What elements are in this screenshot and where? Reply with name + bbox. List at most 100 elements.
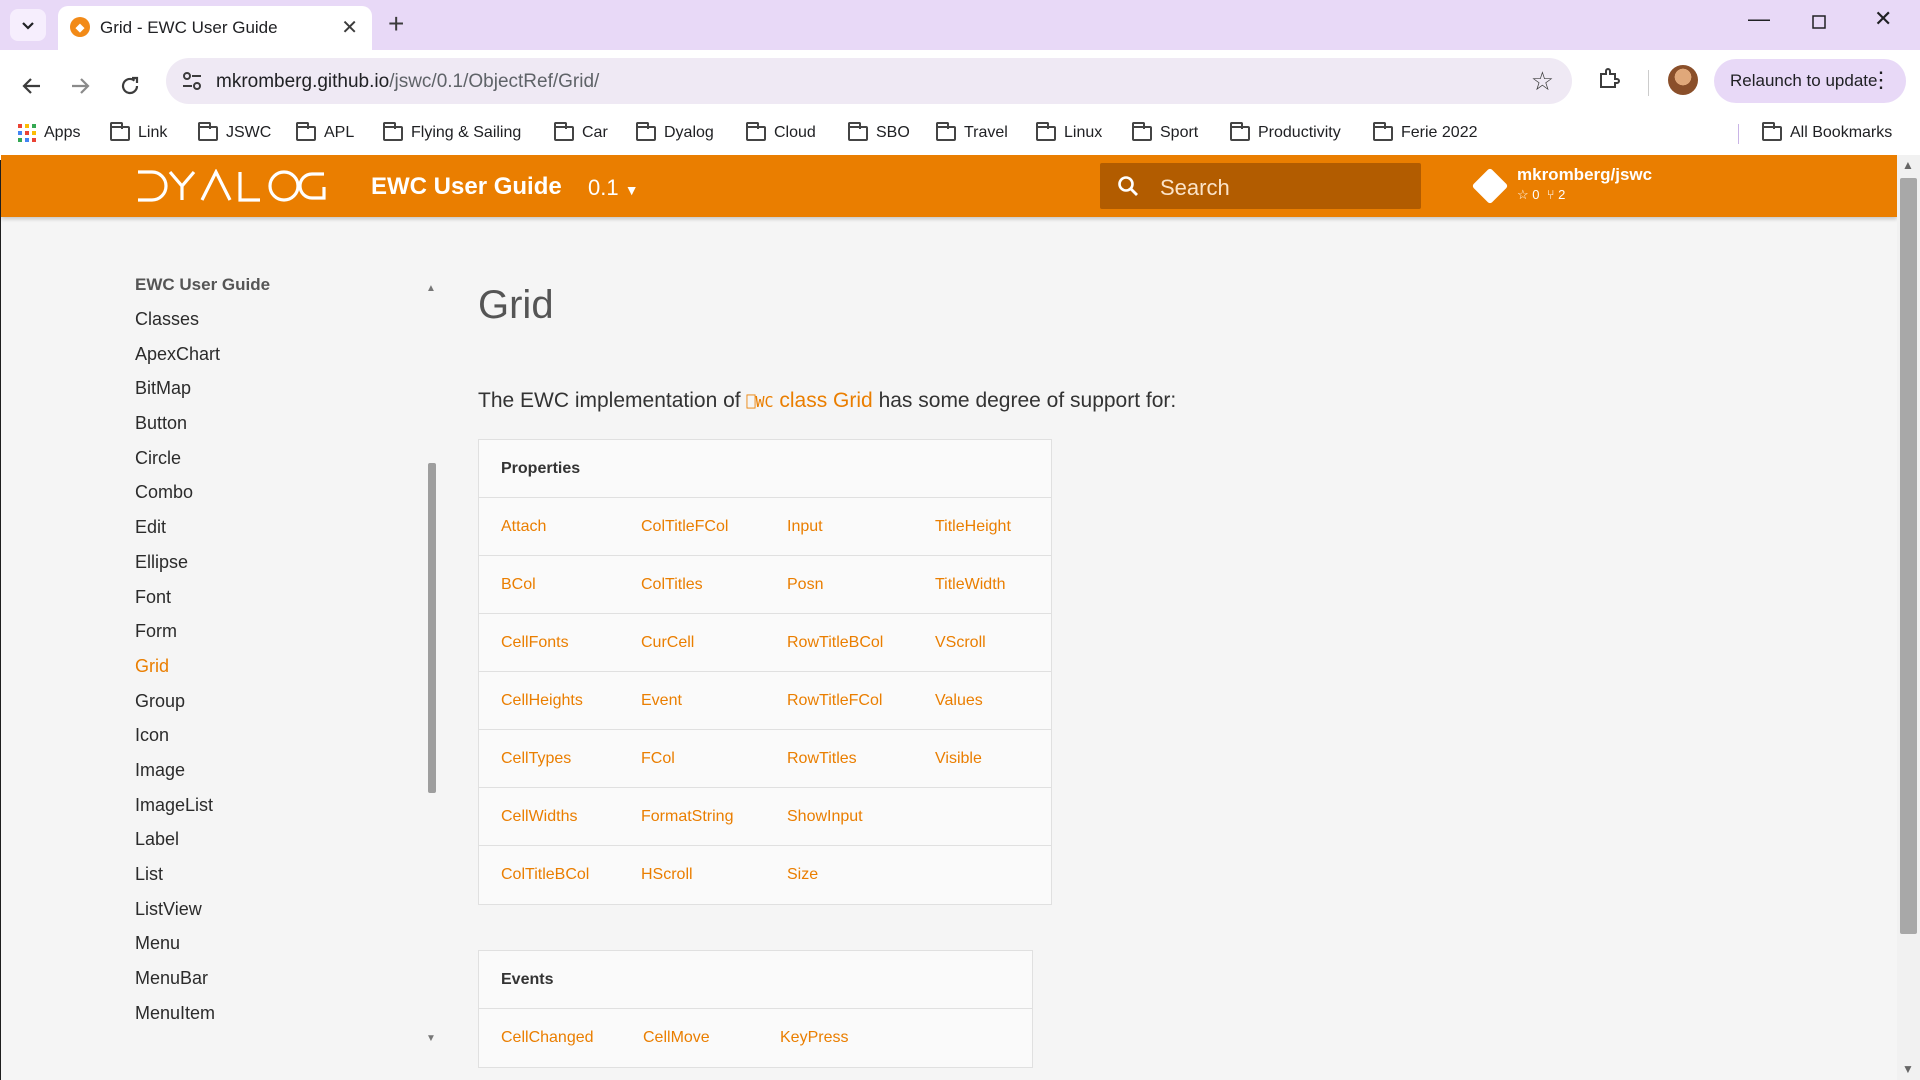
sidebar-item-button[interactable]: Button xyxy=(135,413,435,448)
bookmark-apl[interactable]: APL xyxy=(296,121,354,142)
all-bookmarks[interactable]: All Bookmarks xyxy=(1762,121,1892,142)
property-link[interactable]: FCol xyxy=(641,750,675,768)
bookmark-flying-sailing[interactable]: Flying & Sailing xyxy=(383,121,521,142)
site-settings-icon[interactable] xyxy=(180,70,204,92)
property-link[interactable]: Size xyxy=(787,866,818,884)
property-link[interactable]: Posn xyxy=(787,576,823,594)
sidebar-item-menuitem[interactable]: MenuItem xyxy=(135,1003,435,1038)
close-window-icon[interactable]: ✕ xyxy=(1874,6,1892,32)
property-link[interactable]: VScroll xyxy=(935,634,986,652)
sidebar-item-grid[interactable]: Grid xyxy=(135,656,435,691)
property-link[interactable]: HScroll xyxy=(641,866,693,884)
repo-stars: 0 xyxy=(1532,187,1540,202)
folder-icon xyxy=(1132,121,1152,141)
address-bar[interactable]: mkromberg.github.io/jswc/0.1/ObjectRef/G… xyxy=(166,58,1572,104)
search-input[interactable]: Search xyxy=(1100,163,1421,209)
sidebar-item-menu[interactable]: Menu xyxy=(135,933,435,968)
sidebar-item-form[interactable]: Form xyxy=(135,621,435,656)
intro-after: has some degree of support for: xyxy=(872,389,1177,412)
sidebar-item-icon[interactable]: Icon xyxy=(135,725,435,760)
tab-strip: ◆ Grid - EWC User Guide ✕ + — ✕ xyxy=(0,0,1920,50)
sidebar-item-combo[interactable]: Combo xyxy=(135,482,435,517)
reload-button[interactable] xyxy=(110,66,150,106)
property-link[interactable]: ColTitleFCol xyxy=(641,518,728,536)
sidebar-scroll-down-icon[interactable]: ▼ xyxy=(426,1033,436,1044)
property-link[interactable]: CellWidths xyxy=(501,808,577,826)
property-link[interactable]: ColTitleBCol xyxy=(501,866,589,884)
page-scroll-down-icon[interactable]: ▼ xyxy=(1902,1062,1914,1076)
active-tab[interactable]: ◆ Grid - EWC User Guide ✕ xyxy=(58,6,372,50)
bookmark-productivity[interactable]: Productivity xyxy=(1230,121,1341,142)
property-link[interactable]: FormatString xyxy=(641,808,733,826)
minimize-icon[interactable]: — xyxy=(1748,6,1770,32)
property-link[interactable]: RowTitleFCol xyxy=(787,692,882,710)
version-selector[interactable]: 0.1 ▼ xyxy=(588,175,639,201)
sidebar-item-imagelist[interactable]: ImageList xyxy=(135,795,435,830)
bookmark-travel[interactable]: Travel xyxy=(936,121,1008,142)
property-link[interactable]: CellHeights xyxy=(501,692,583,710)
sidebar-item-classes[interactable]: Classes xyxy=(135,309,435,344)
bookmark-ferie-2022[interactable]: Ferie 2022 xyxy=(1373,121,1478,142)
event-link[interactable]: CellChanged xyxy=(501,1029,594,1047)
bookmark-apps[interactable]: Apps xyxy=(18,124,80,142)
tab-search-button[interactable] xyxy=(10,9,46,41)
bookmark-link[interactable]: Link xyxy=(110,121,167,142)
property-link[interactable]: TitleWidth xyxy=(935,576,1006,594)
property-link[interactable]: RowTitles xyxy=(787,750,857,768)
property-link[interactable]: ColTitles xyxy=(641,576,703,594)
property-link[interactable]: Event xyxy=(641,692,682,710)
star-icon[interactable]: ☆ xyxy=(1531,66,1554,97)
bookmark-cloud[interactable]: Cloud xyxy=(746,121,816,142)
page-scroll-up-icon[interactable]: ▲ xyxy=(1902,158,1914,172)
page-scrollbar-thumb[interactable] xyxy=(1900,178,1917,934)
sidebar-scrollbar[interactable] xyxy=(428,463,436,793)
tab-close-icon[interactable]: ✕ xyxy=(341,15,358,40)
bookmark-jswc[interactable]: JSWC xyxy=(198,121,271,142)
event-link[interactable]: KeyPress xyxy=(780,1029,848,1047)
new-tab-button[interactable]: + xyxy=(388,8,404,40)
sidebar-item-font[interactable]: Font xyxy=(135,587,435,622)
sidebar-item-circle[interactable]: Circle xyxy=(135,448,435,483)
forward-button[interactable] xyxy=(60,66,100,106)
property-link[interactable]: TitleHeight xyxy=(935,518,1011,536)
more-vert-icon[interactable]: ⋮ xyxy=(1870,67,1892,93)
class-grid-link[interactable]: class Grid xyxy=(779,389,872,412)
sidebar-item-menubar[interactable]: MenuBar xyxy=(135,968,435,1003)
property-link[interactable]: Input xyxy=(787,518,823,536)
property-link[interactable]: Attach xyxy=(501,518,546,536)
bookmark-sbo[interactable]: SBO xyxy=(848,121,910,142)
bookmark-linux[interactable]: Linux xyxy=(1036,121,1102,142)
folder-icon xyxy=(383,121,403,141)
intro-code[interactable]: ⎕WC xyxy=(746,393,773,411)
relaunch-button[interactable]: Relaunch to update ⋮ xyxy=(1714,59,1906,103)
property-link[interactable]: CellFonts xyxy=(501,634,569,652)
sidebar-item-label[interactable]: Label xyxy=(135,829,435,864)
bookmark-dyalog[interactable]: Dyalog xyxy=(636,121,714,142)
property-link[interactable]: CellTypes xyxy=(501,750,571,768)
puzzle-icon[interactable] xyxy=(1597,66,1621,97)
event-link[interactable]: CellMove xyxy=(643,1029,710,1047)
property-link[interactable]: ShowInput xyxy=(787,808,863,826)
property-link[interactable]: BCol xyxy=(501,576,536,594)
sidebar-item-bitmap[interactable]: BitMap xyxy=(135,378,435,413)
dyalog-logo[interactable] xyxy=(136,169,326,203)
property-link[interactable]: Visible xyxy=(935,750,982,768)
property-link[interactable]: RowTitleBCol xyxy=(787,634,883,652)
folder-icon xyxy=(1762,121,1782,141)
sidebar-item-listview[interactable]: ListView xyxy=(135,899,435,934)
property-link[interactable]: Values xyxy=(935,692,983,710)
bookmark-sport[interactable]: Sport xyxy=(1132,121,1198,142)
sidebar-item-list[interactable]: List xyxy=(135,864,435,899)
property-link[interactable]: CurCell xyxy=(641,634,694,652)
sidebar-title[interactable]: EWC User Guide xyxy=(135,275,435,309)
site-name[interactable]: EWC User Guide xyxy=(371,173,562,201)
profile-avatar[interactable] xyxy=(1668,65,1698,95)
sidebar-item-edit[interactable]: Edit xyxy=(135,517,435,552)
sidebar-item-apexchart[interactable]: ApexChart xyxy=(135,344,435,379)
back-button[interactable] xyxy=(12,66,52,106)
sidebar-item-ellipse[interactable]: Ellipse xyxy=(135,552,435,587)
sidebar-item-group[interactable]: Group xyxy=(135,691,435,726)
sidebar-item-image[interactable]: Image xyxy=(135,760,435,795)
bookmark-car[interactable]: Car xyxy=(554,121,608,142)
maximize-icon[interactable] xyxy=(1811,10,1827,36)
